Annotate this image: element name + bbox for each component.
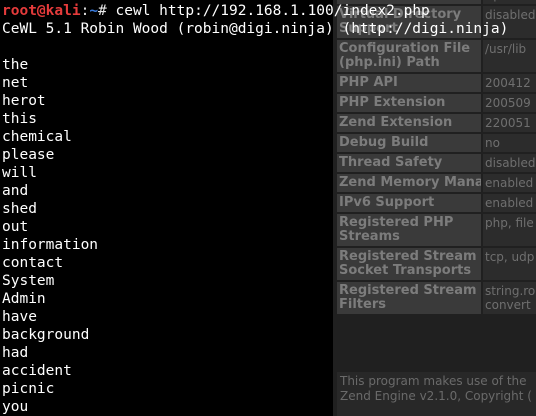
- cewl-banner: CeWL 5.1 Robin Wood (robin@digi.ninja) (…: [2, 21, 509, 37]
- word-list-item: have: [2, 309, 37, 325]
- word-list-item: this: [2, 111, 37, 127]
- word-list-item: net: [2, 75, 29, 91]
- word-list-item: the: [2, 57, 29, 73]
- word-list-item: please: [2, 147, 55, 163]
- command-line: root@kali:~# cewl http://192.168.1.100/i…: [2, 2, 430, 20]
- word-list-item: herot: [2, 93, 46, 109]
- terminal-window[interactable]: root@kali:~# cewl http://192.168.1.100/i…: [0, 0, 536, 416]
- command-text: cewl http://192.168.1.100/index2.php: [115, 3, 430, 19]
- prompt-symbol: #: [98, 3, 107, 19]
- word-list-item: accident: [2, 363, 72, 379]
- word-list-item: chemical: [2, 129, 72, 145]
- word-list-item: out: [2, 219, 29, 235]
- word-list-item: had: [2, 345, 29, 361]
- word-list-item: will: [2, 165, 37, 181]
- word-list-item: Admin: [2, 291, 46, 307]
- word-list-item: and: [2, 183, 29, 199]
- word-list-item: shed: [2, 201, 37, 217]
- prompt-user-host: root@kali: [2, 3, 81, 19]
- word-list: the net herot this chemical please will and shed…: [2, 56, 98, 416]
- prompt-separator: :: [80, 3, 90, 19]
- word-list-item: picnic: [2, 381, 55, 397]
- word-list-item: background: [2, 327, 90, 343]
- word-list-item: information: [2, 237, 99, 253]
- word-list-item: contact: [2, 255, 64, 271]
- prompt-path: ~: [89, 3, 99, 19]
- word-list-item: you: [2, 399, 29, 415]
- word-list-item: System: [2, 273, 55, 289]
